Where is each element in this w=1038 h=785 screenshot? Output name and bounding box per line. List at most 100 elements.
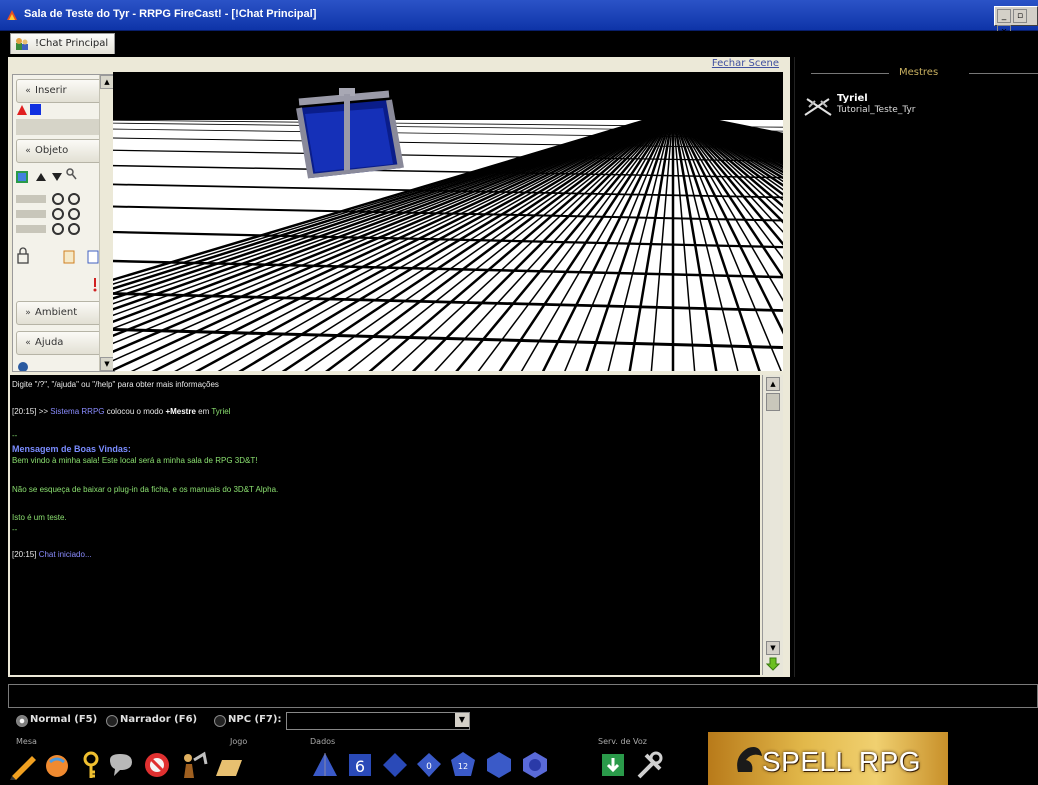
chat-room-icon <box>16 38 28 50</box>
mode-narrador-label[interactable]: Narrador (F6) <box>120 714 197 725</box>
section-label: Ajuda <box>35 337 64 348</box>
chat-input[interactable] <box>8 684 1038 708</box>
close-scene-link[interactable]: Fechar Scene <box>712 58 779 69</box>
scroll-down-icon[interactable]: ▼ <box>100 357 114 371</box>
insert-shapes-icon[interactable] <box>16 102 48 116</box>
rotate-controls-icons[interactable] <box>16 193 100 241</box>
section-label: Ambient <box>35 307 78 318</box>
collapse-icon: « <box>25 86 31 96</box>
dice-d10-icon[interactable]: 0 <box>414 750 444 780</box>
no-sound-icon[interactable] <box>142 750 172 780</box>
scroll-up-icon[interactable]: ▲ <box>766 377 780 391</box>
npc-select[interactable]: ▼ <box>286 712 470 730</box>
scroll-up-icon[interactable]: ▲ <box>100 75 114 89</box>
dragon-logo-icon <box>737 747 762 772</box>
mode-npc-label[interactable]: NPC (F7): <box>228 714 281 725</box>
object-tools-icons[interactable] <box>16 167 100 187</box>
dice-d100-icon[interactable] <box>520 750 550 780</box>
d12-label: 12 <box>458 762 468 771</box>
maximize-button[interactable]: ▫ <box>1013 9 1027 23</box>
collapse-icon: « <box>25 338 31 348</box>
user-name: Tyriel <box>211 407 231 416</box>
masters-header: Mestres <box>811 67 1038 79</box>
masters-title: Mestres <box>899 67 939 78</box>
expand-icon: » <box>25 308 31 318</box>
collapse-icon: « <box>25 146 31 156</box>
insert-placeholder <box>16 119 100 135</box>
dice-d8-icon[interactable] <box>380 750 410 780</box>
group-jogo-label: Jogo <box>230 737 248 746</box>
map-globe-icon[interactable] <box>42 750 72 780</box>
d10-label: 0 <box>426 762 432 772</box>
chat-help-line: Digite "/?", "/ajuda" ou "/help" para ob… <box>12 380 219 389</box>
help-icon[interactable] <box>16 359 32 371</box>
dice-d6-icon[interactable]: 6 <box>345 750 375 780</box>
message-text: colocou o modo <box>104 407 166 416</box>
dice-d4-icon[interactable] <box>310 750 340 780</box>
message-text: em <box>195 407 212 416</box>
autoscroll-arrow-icon[interactable] <box>766 657 780 671</box>
settings-tools-icon[interactable] <box>634 750 664 780</box>
tab-label: !Chat Principal <box>35 38 109 49</box>
mode-normal-label[interactable]: Normal (F5) <box>30 714 97 725</box>
welcome-title: Mensagem de Boas Vindas: <box>12 444 131 454</box>
voice-server-icon[interactable] <box>598 750 628 780</box>
sidebar-scrollbar[interactable]: ▲ ▼ <box>99 75 114 371</box>
window-title: Sala de Teste do Tyr - RRPG FireCast! - … <box>24 8 317 20</box>
masters-panel: Mestres Tyriel Tutorial_Teste_Tyr <box>794 57 1038 677</box>
sender-name: Sistema RRPG <box>50 407 105 416</box>
window-controls: _▫x <box>994 6 1038 39</box>
chat-started-line: [20:15] Chat iniciado... <box>12 550 92 559</box>
section-label: Inserir <box>35 85 67 96</box>
chat-bubble-icon[interactable] <box>106 750 136 780</box>
mode-narrador-radio[interactable] <box>106 715 118 727</box>
tab-bar: !Chat Principal <box>0 31 1038 55</box>
section-label: Objeto <box>35 145 69 156</box>
spell-rpg-banner[interactable]: SPELL RPG <box>708 732 948 785</box>
section-inserir[interactable]: « Inserir <box>16 79 102 103</box>
message-mode-bar: Normal (F5) Narrador (F6) NPC (F7): ▼ <box>0 710 1038 732</box>
welcome-line-3: Isto é um teste. <box>12 513 67 522</box>
timestamp: [20:15] <box>12 550 37 559</box>
blue-cube[interactable] <box>296 88 404 179</box>
master-name: Tyriel <box>837 93 868 104</box>
app-icon <box>7 10 17 20</box>
characters-icon[interactable] <box>178 750 208 780</box>
chat-separator: -- <box>12 431 18 440</box>
welcome-line-1: Bem vindo à minha sala! Este local será … <box>12 456 258 465</box>
master-crossed-swords-icon <box>804 98 832 116</box>
group-dados-label: Dados <box>310 737 336 746</box>
scroll-thumb[interactable] <box>766 393 780 411</box>
section-ambient[interactable]: » Ambient <box>16 301 102 325</box>
scene-toolbar: Fechar Scene <box>113 57 783 72</box>
welcome-line-2: Não se esqueça de baixar o plug-in da fi… <box>12 485 279 494</box>
mode-name: +Mestre <box>165 407 196 416</box>
scene-tools-panel: « Inserir « Objeto » Ambient « Ajuda ▲ ▼ <box>12 74 115 372</box>
mode-npc-radio[interactable] <box>214 715 226 727</box>
dice-d20-icon[interactable] <box>484 750 514 780</box>
timestamp: [20:15] >> <box>12 407 49 416</box>
scroll-down-icon[interactable]: ▼ <box>766 641 780 655</box>
section-objeto[interactable]: « Objeto <box>16 139 102 163</box>
banner-text: SPELL RPG <box>762 746 922 777</box>
message-text: Chat iniciado... <box>38 550 92 559</box>
scene-3d-viewport[interactable] <box>113 72 783 371</box>
key-icon[interactable] <box>76 750 106 780</box>
chat-scrollbar[interactable]: ▲ ▼ <box>762 375 783 675</box>
lock-and-copy-icons[interactable] <box>16 247 100 267</box>
dice-d12-icon[interactable]: 12 <box>448 750 478 780</box>
master-item[interactable]: Tyriel Tutorial_Teste_Tyr <box>795 91 1035 121</box>
mode-normal-radio[interactable] <box>16 715 28 727</box>
section-ajuda[interactable]: « Ajuda <box>16 331 102 355</box>
minimize-button[interactable]: _ <box>997 9 1011 23</box>
chat-log[interactable]: Digite "/?", "/ajuda" ou "/help" para ob… <box>10 375 760 675</box>
pencil-icon[interactable] <box>8 750 38 780</box>
red-marker-icon <box>93 278 97 292</box>
chat-system-line: [20:15] >> Sistema RRPG colocou o modo +… <box>12 407 230 416</box>
master-login: Tutorial_Teste_Tyr <box>837 105 916 115</box>
scene-grid <box>113 72 783 371</box>
chat-separator: -- <box>12 525 18 534</box>
chevron-down-icon[interactable]: ▼ <box>455 713 469 727</box>
sheet-icon[interactable] <box>214 750 244 780</box>
tab-chat-principal[interactable]: !Chat Principal <box>10 33 116 54</box>
